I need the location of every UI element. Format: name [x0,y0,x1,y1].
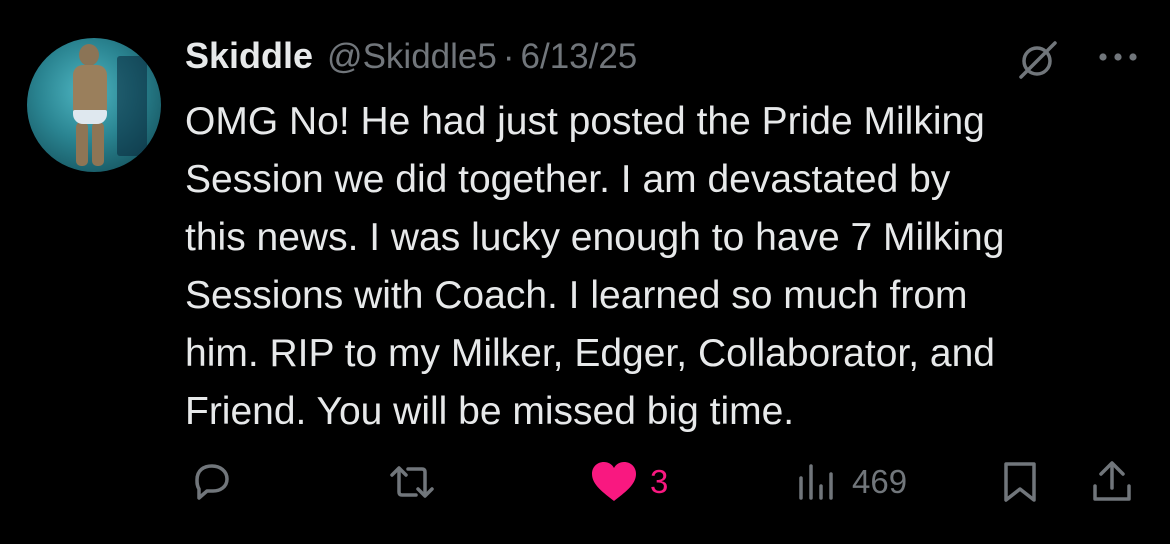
like-button[interactable]: 3 [588,458,668,506]
share-icon [1093,461,1131,501]
avatar-figure-head [79,44,99,66]
avatar-door-shape [117,56,147,156]
bookmark-icon [1004,462,1036,502]
author-handle[interactable]: @Skiddle5 [327,37,497,77]
repost-button[interactable] [384,458,440,506]
views-count: 469 [852,463,908,500]
avatar-figure-body [73,65,107,113]
bookmark-button[interactable] [1000,458,1040,506]
reply-button[interactable] [187,458,235,506]
grok-icon[interactable] [1012,40,1062,80]
share-button[interactable] [1088,458,1136,506]
avatar-figure-leg-right [92,122,104,166]
avatar[interactable] [27,38,161,172]
avatar-figure-leg-left [76,122,88,166]
repost-icon [390,466,434,498]
views-icon [799,464,833,500]
post-text: OMG No! He had just posted the Pride Mil… [185,100,1005,433]
post-header: Skiddle @Skiddle5 · 6/13/25 [185,35,637,85]
reply-icon [195,464,229,500]
more-options-icon[interactable] [1094,45,1144,69]
views-button[interactable]: 469 [796,458,907,506]
like-count: 3 [650,463,669,500]
avatar-figure-brief [73,110,107,124]
heart-icon [592,462,636,501]
header-separator: · [502,37,515,76]
post-date[interactable]: 6/13/25 [521,37,638,77]
author-name[interactable]: Skiddle [185,35,313,77]
